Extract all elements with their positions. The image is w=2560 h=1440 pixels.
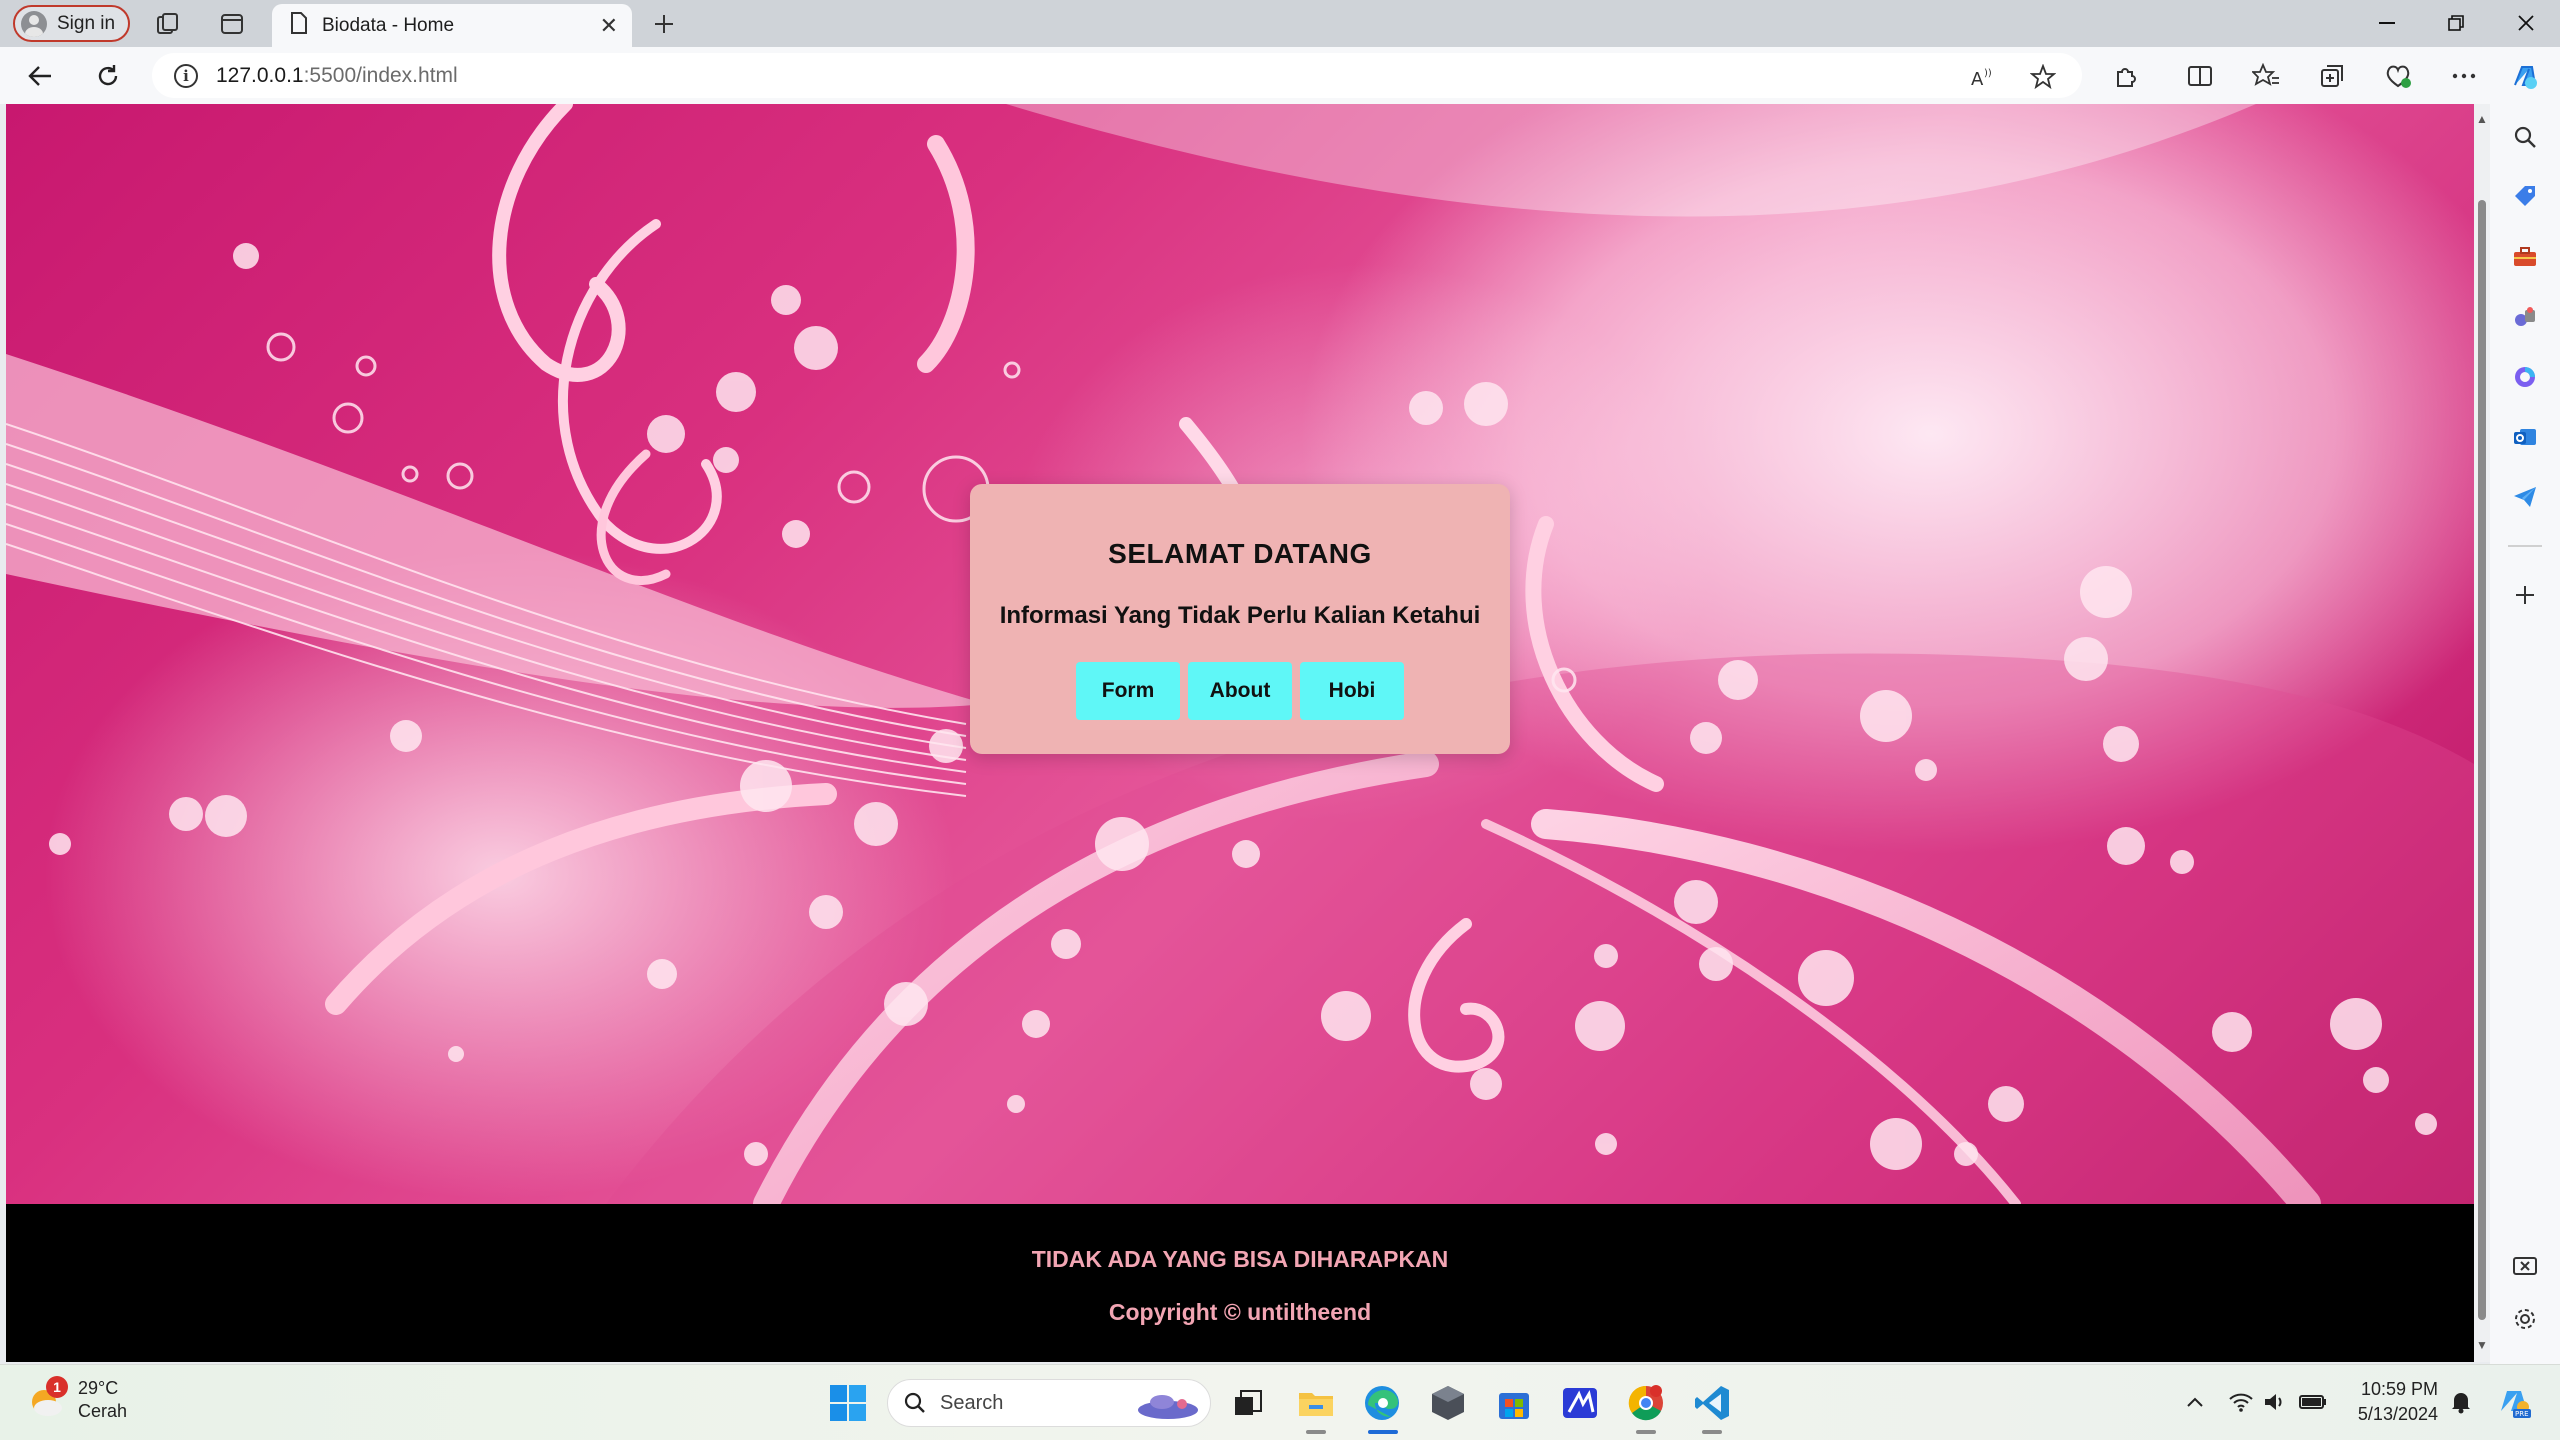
app-cube-icon[interactable]: [1426, 1381, 1470, 1425]
show-hidden-icons-chevron-icon[interactable]: [2180, 1387, 2210, 1417]
sign-in-label: Sign in: [57, 12, 116, 34]
new-tab-icon[interactable]: [650, 10, 678, 38]
page-scrollbar[interactable]: ▲ ▼: [2474, 104, 2490, 1362]
taskbar-clock[interactable]: 10:59 PM 5/13/2024: [2340, 1377, 2438, 1427]
nav-button-row: Form About Hobi: [970, 662, 1510, 720]
weather-widget[interactable]: 1 29°C Cerah: [26, 1376, 128, 1423]
favorite-star-icon[interactable]: [2028, 62, 2058, 92]
page-footer: TIDAK ADA YANG BISA DIHARAPKAN Copyright…: [6, 1204, 2474, 1362]
chrome-icon[interactable]: [1624, 1381, 1668, 1425]
chrome-running-indicator: [1636, 1430, 1656, 1434]
volume-icon[interactable]: [2260, 1387, 2290, 1417]
welcome-subtitle: Informasi Yang Tidak Perlu Kalian Ketahu…: [999, 602, 1481, 629]
svg-text:)): )): [1984, 68, 1992, 79]
split-screen-icon[interactable]: [2184, 60, 2216, 92]
outlook-icon[interactable]: [2507, 419, 2543, 455]
hobi-button[interactable]: Hobi: [1300, 662, 1404, 720]
page-icon: [290, 11, 308, 40]
address-toolbar: i 127.0.0.1:5500/index.html A)): [0, 47, 2560, 104]
add-sidebar-app-icon[interactable]: [2507, 577, 2543, 613]
tools-briefcase-icon[interactable]: [2507, 239, 2543, 275]
extensions-icon[interactable]: [2110, 60, 2142, 92]
taskbar-search-placeholder: Search: [940, 1391, 1004, 1414]
clock-date: 5/13/2024: [2357, 1404, 2438, 1424]
hero-background: SELAMAT DATANG Informasi Yang Tidak Perl…: [6, 104, 2474, 1204]
svg-text:A: A: [1971, 69, 1984, 88]
close-window-icon[interactable]: [2508, 8, 2544, 38]
microsoft-store-icon[interactable]: [1492, 1381, 1536, 1425]
edge-sidebar: [2490, 47, 2560, 1364]
weather-sun-icon: 1: [26, 1376, 68, 1420]
page-viewport: SELAMAT DATANG Informasi Yang Tidak Perl…: [6, 104, 2474, 1362]
search-icon[interactable]: [2507, 119, 2543, 155]
clock-time: 10:59 PM: [2360, 1379, 2438, 1399]
screenshot-icon[interactable]: [2507, 1249, 2543, 1285]
restore-icon[interactable]: [2438, 8, 2474, 38]
more-options-icon[interactable]: [2448, 60, 2480, 92]
search-icon: [904, 1392, 925, 1413]
taskbar-search[interactable]: Search: [887, 1379, 1211, 1427]
refresh-icon[interactable]: [92, 60, 124, 92]
weather-description: Cerah: [78, 1401, 128, 1421]
minimize-icon[interactable]: [2369, 8, 2405, 38]
close-tab-icon[interactable]: ✕: [600, 13, 618, 39]
url-host: 127.0.0.1: [216, 63, 304, 87]
vscode-running-indicator: [1702, 1430, 1722, 1434]
browser-tab-bar: Sign in Biodata - Home ✕: [0, 0, 2560, 47]
explorer-running-indicator: [1306, 1430, 1326, 1434]
tab-title: Biodata - Home: [322, 14, 455, 36]
footer-copyright: Copyright © untiltheend: [1108, 1299, 1372, 1325]
sign-in-button[interactable]: Sign in: [13, 5, 130, 42]
windows-taskbar: 1 29°C Cerah Search 10:59 PM 5/13/2024 P…: [0, 1364, 2560, 1440]
sidebar-divider: [2508, 545, 2542, 547]
send-telegram-icon[interactable]: [2507, 479, 2543, 515]
back-icon[interactable]: [24, 60, 56, 92]
scroll-down-icon[interactable]: ▼: [2475, 1338, 2489, 1352]
games-icon[interactable]: [2507, 299, 2543, 335]
power-automate-icon[interactable]: [1558, 1381, 1602, 1425]
file-explorer-icon[interactable]: [1294, 1381, 1338, 1425]
task-view-icon[interactable]: [1226, 1381, 1270, 1425]
vscode-icon[interactable]: [1690, 1381, 1734, 1425]
microsoft-365-icon[interactable]: [2507, 359, 2543, 395]
collections-icon[interactable]: [2316, 60, 2348, 92]
welcome-title: SELAMAT DATANG: [1108, 538, 1372, 569]
vertical-tabs-icon[interactable]: [218, 10, 246, 38]
svg-text:PRE: PRE: [2515, 1410, 2529, 1418]
scroll-thumb[interactable]: [2478, 200, 2486, 1320]
about-button[interactable]: About: [1188, 662, 1292, 720]
read-aloud-icon[interactable]: A)): [1968, 62, 1998, 92]
windows-start-icon[interactable]: [828, 1383, 868, 1423]
search-highlight-icon: [1138, 1395, 1198, 1419]
shopping-tag-icon[interactable]: [2507, 179, 2543, 215]
scroll-up-icon[interactable]: ▲: [2475, 112, 2489, 126]
footer-tagline: TIDAK ADA YANG BISA DIHARAPKAN: [1031, 1246, 1449, 1272]
tab-biodata-home[interactable]: Biodata - Home ✕: [272, 4, 632, 47]
profile-avatar-icon: [21, 10, 47, 37]
workspaces-icon[interactable]: [154, 10, 182, 38]
browser-essentials-icon[interactable]: [2382, 60, 2414, 92]
wifi-icon[interactable]: [2226, 1387, 2256, 1417]
weather-alert-badge: 1: [46, 1376, 68, 1398]
edge-browser-icon[interactable]: [1360, 1381, 1404, 1425]
address-bar[interactable]: i 127.0.0.1:5500/index.html A)): [152, 53, 2082, 98]
welcome-card: SELAMAT DATANG Informasi Yang Tidak Perl…: [970, 484, 1510, 754]
settings-gear-icon[interactable]: [2507, 1301, 2543, 1337]
weather-temperature: 29°C: [78, 1378, 119, 1398]
copilot-preview-icon[interactable]: PRE: [2494, 1387, 2534, 1418]
battery-icon[interactable]: [2298, 1387, 2328, 1417]
copilot-icon[interactable]: [2507, 59, 2543, 95]
edge-active-indicator: [1368, 1430, 1398, 1434]
form-button[interactable]: Form: [1076, 662, 1180, 720]
site-info-icon[interactable]: i: [174, 63, 198, 88]
notification-bell-icon[interactable]: [2446, 1387, 2476, 1417]
url-path: :5500/index.html: [303, 63, 458, 87]
favorites-icon[interactable]: [2250, 60, 2282, 92]
